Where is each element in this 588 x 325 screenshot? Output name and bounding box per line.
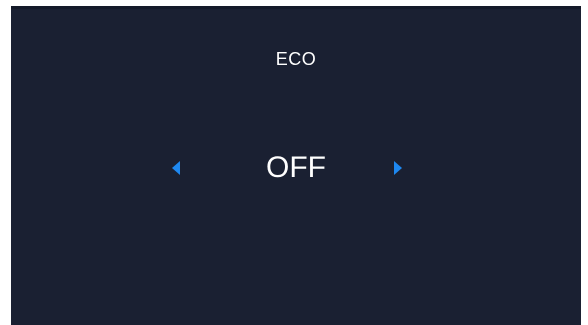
next-value-button[interactable] [384,154,412,182]
setting-value: OFF [266,151,326,184]
eco-settings-screen: ECO OFF [11,6,581,325]
value-selector: OFF [11,146,581,190]
setting-title: ECO [275,49,317,69]
arrow-right-icon [394,161,402,175]
top-status-strip [11,6,581,9]
